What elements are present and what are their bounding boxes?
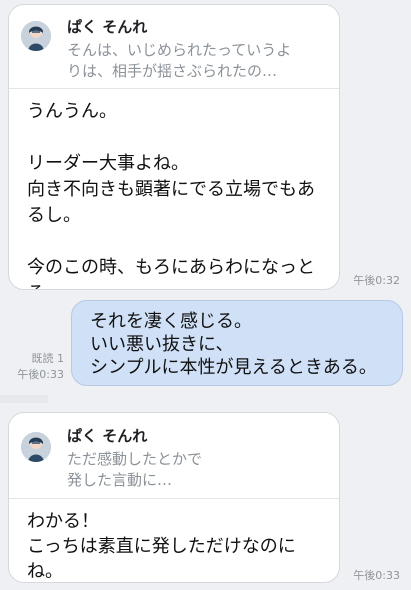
message-bubble-sent[interactable]: それを凄く感じる。 いい悪い抜きに、 シンプルに本性が見えるときある。 xyxy=(71,300,403,386)
quoted-message-text: ただ感動したとかで 発した言動に… xyxy=(67,450,203,489)
message-text: それを凄く感じる。 いい悪い抜きに、 シンプルに本性が見えるときある。 xyxy=(90,311,377,378)
avatar-icon xyxy=(21,432,51,462)
message-time: 午後0:32 xyxy=(353,274,400,287)
quoted-message-text: そんは、いじめられたっていうよ りは、相手が揺さぶられたの… xyxy=(67,41,292,80)
message-time: 午後0:33 xyxy=(17,368,64,381)
quoted-message[interactable]: ぱく そんれ ただ感動したとかで 発した言動に… xyxy=(9,413,339,499)
message-text: わかる！ こっちは素直に発しただけなのに ね。 xyxy=(27,511,296,582)
quoted-sender-name: ぱく そんれ xyxy=(67,18,148,36)
unread-divider xyxy=(0,395,48,403)
message-text: うんうん。 リーダー大事よね。 向き不向きも顕著にでる立場でもあ るし。 今のこ… xyxy=(27,101,315,289)
message-time: 午後0:33 xyxy=(353,569,400,582)
quoted-message[interactable]: ぱく そんれ そんは、いじめられたっていうよ りは、相手が揺さぶられたの… xyxy=(9,5,339,89)
quoted-sender-name: ぱく そんれ xyxy=(67,427,148,445)
read-receipt: 既読 1 xyxy=(31,352,65,365)
message-bubble-received-2[interactable]: ぱく そんれ ただ感動したとかで 発した言動に… わかる！ こっちは素直に発した… xyxy=(8,412,340,583)
message-bubble-received-1[interactable]: ぱく そんれ そんは、いじめられたっていうよ りは、相手が揺さぶられたの… うん… xyxy=(8,4,340,290)
avatar-icon xyxy=(21,21,51,51)
